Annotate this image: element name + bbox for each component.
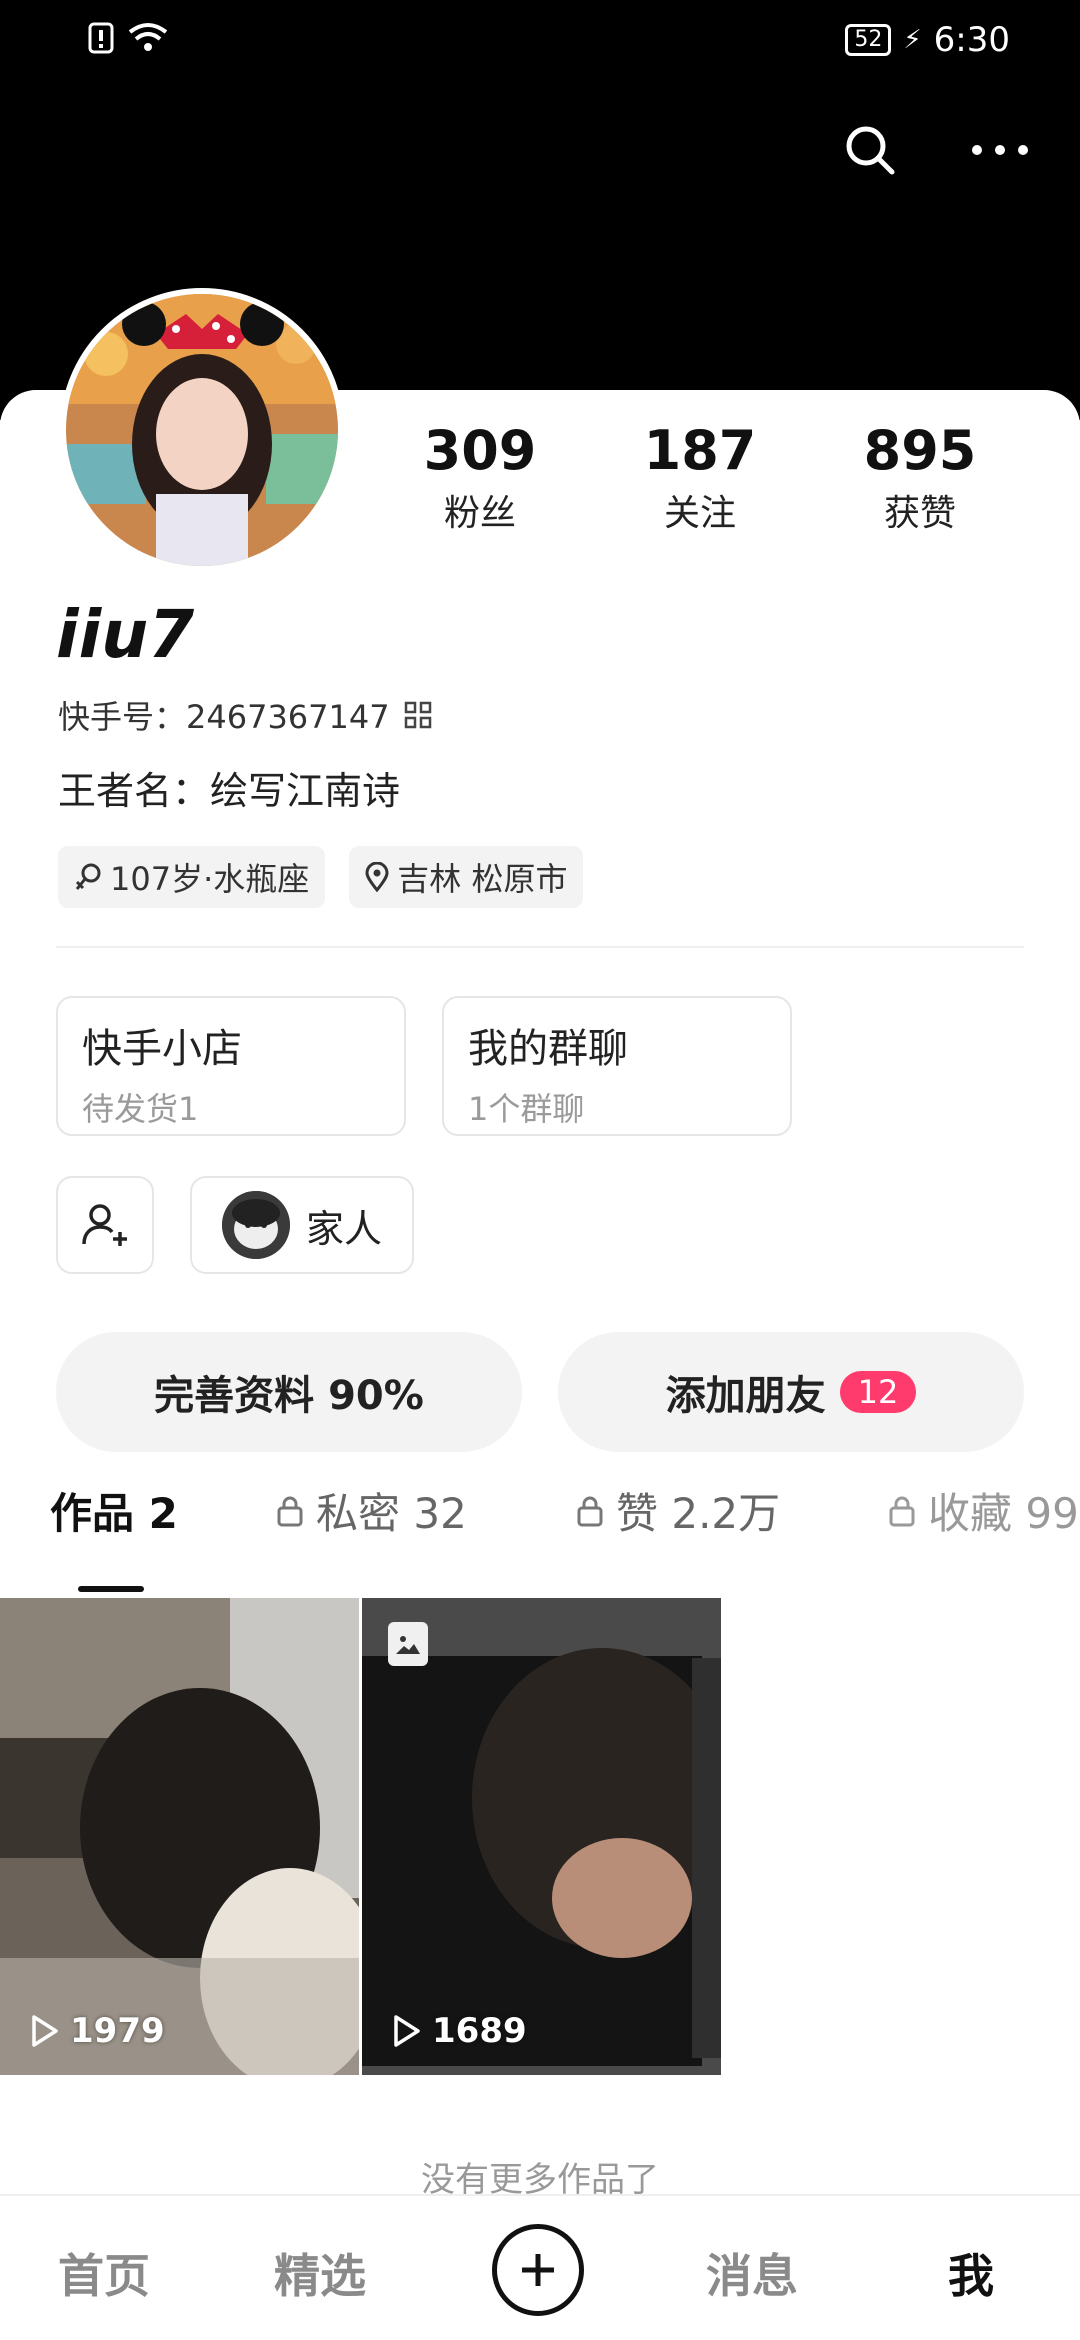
play-count-value: 1689 xyxy=(432,2011,527,2051)
active-tab-indicator xyxy=(78,1586,144,1592)
add-friend-badge: 12 xyxy=(839,1371,917,1413)
nav-home[interactable]: 首页 xyxy=(58,2240,150,2306)
more-button[interactable] xyxy=(970,120,1030,180)
complete-profile-button[interactable]: 完善资料 90% xyxy=(56,1332,522,1452)
age-tag: 107岁·水瓶座 xyxy=(58,846,326,908)
alert-icon xyxy=(88,22,114,58)
add-contact-button[interactable] xyxy=(56,1176,154,1274)
stat-following[interactable]: 187 关注 xyxy=(590,420,810,536)
search-icon xyxy=(846,126,895,175)
group-chat-title: 我的群聊 xyxy=(468,1026,628,1072)
bottom-navigation: 首页 精选 消息 我 xyxy=(0,2194,1080,2340)
nav-me[interactable]: 我 xyxy=(948,2240,994,2306)
likes-label: 获赞 xyxy=(883,493,956,534)
group-chat-card[interactable]: 我的群聊 1个群聊 xyxy=(442,996,792,1136)
kuaishou-id: 快手号：2467367147 xyxy=(58,698,390,736)
family-button[interactable]: 家人 xyxy=(190,1176,414,1274)
age-tag-label: 107岁·水瓶座 xyxy=(110,860,310,898)
tab-private[interactable]: 私密 32 xyxy=(276,1480,467,1541)
following-count: 187 xyxy=(643,419,757,482)
tab-private-label: 私密 32 xyxy=(316,1489,467,1538)
tab-works-label: 作品 2 xyxy=(50,1489,178,1538)
shop-subtitle: 待发货1 xyxy=(82,1090,199,1128)
complete-profile-label: 完善资料 90% xyxy=(154,1373,424,1419)
stat-likes[interactable]: 895 获赞 xyxy=(810,420,1030,536)
wifi-icon xyxy=(128,22,168,58)
more-icon xyxy=(972,145,1028,155)
wangzhe-name: 王者名：绘写江南诗 xyxy=(58,769,401,813)
add-friend-button[interactable]: 添加朋友 12 xyxy=(558,1332,1024,1452)
work-thumbnail xyxy=(362,1598,721,2075)
tab-liked[interactable]: 赞 2.2万 xyxy=(576,1480,780,1541)
search-button[interactable] xyxy=(840,120,900,180)
works-grid: 1979 1689 xyxy=(0,1598,721,2075)
create-button[interactable] xyxy=(492,2224,584,2316)
qrcode-icon xyxy=(404,701,431,729)
work-tile[interactable]: 1979 xyxy=(0,1598,359,2075)
profile-name: iiu7 xyxy=(56,596,195,673)
nav-messages[interactable]: 消息 xyxy=(706,2240,798,2306)
work-tile[interactable]: 1689 xyxy=(362,1598,721,2075)
likes-count: 895 xyxy=(863,419,977,482)
tab-favorites[interactable]: 收藏 99 xyxy=(888,1480,1079,1541)
add-user-icon xyxy=(82,1204,127,1246)
location-icon xyxy=(365,862,389,892)
tab-favorites-label: 收藏 99 xyxy=(928,1489,1079,1538)
divider xyxy=(56,946,1024,948)
play-count: 1979 xyxy=(30,2011,165,2051)
gender-icon xyxy=(75,863,101,890)
nav-featured[interactable]: 精选 xyxy=(274,2240,366,2306)
shop-title: 快手小店 xyxy=(82,1026,242,1072)
location-tag-label: 吉林 松原市 xyxy=(397,860,568,898)
play-icon xyxy=(394,2015,420,2047)
play-count-value: 1979 xyxy=(70,2011,165,2051)
group-chat-subtitle: 1个群聊 xyxy=(468,1090,585,1128)
following-label: 关注 xyxy=(663,493,736,534)
plus-icon xyxy=(522,2254,554,2286)
lock-icon xyxy=(277,1496,303,1526)
stat-followers[interactable]: 309 粉丝 xyxy=(370,420,590,536)
kuaishou-shop-card[interactable]: 快手小店 待发货1 xyxy=(56,996,406,1136)
content-tabs: 作品 2 私密 32 赞 2.2万 收藏 99 xyxy=(0,1470,1080,1570)
profile-stats: 309 粉丝 187 关注 895 获赞 xyxy=(370,420,1030,536)
work-thumbnail xyxy=(0,1598,359,2075)
family-avatar xyxy=(221,1191,290,1259)
avatar[interactable] xyxy=(60,288,344,572)
profile-tags: 107岁·水瓶座 吉林 松原市 xyxy=(58,846,584,908)
kuaishou-id-row[interactable]: 快手号：2467367147 xyxy=(58,692,432,738)
status-bar: 52 ⚡ 6:30 xyxy=(0,0,1080,80)
family-label: 家人 xyxy=(305,1206,382,1251)
location-tag: 吉林 松原市 xyxy=(349,846,584,908)
charging-icon: ⚡ xyxy=(903,25,922,55)
clock: 6:30 xyxy=(933,20,1010,60)
play-icon xyxy=(32,2015,58,2047)
battery-indicator: 52 xyxy=(845,24,892,56)
followers-count: 309 xyxy=(423,419,537,482)
profile-screen: 52 ⚡ 6:30 309 粉丝 187 关注 895 获赞 iiu7 快手号：… xyxy=(0,0,1080,2340)
image-post-icon xyxy=(388,1622,428,1666)
followers-label: 粉丝 xyxy=(443,493,516,534)
play-count: 1689 xyxy=(392,2011,527,2051)
lock-icon xyxy=(889,1496,915,1526)
lock-icon xyxy=(577,1496,603,1526)
tab-works[interactable]: 作品 2 xyxy=(50,1480,178,1541)
add-friend-label: 添加朋友 xyxy=(665,1373,826,1419)
tab-liked-label: 赞 2.2万 xyxy=(616,1489,781,1538)
